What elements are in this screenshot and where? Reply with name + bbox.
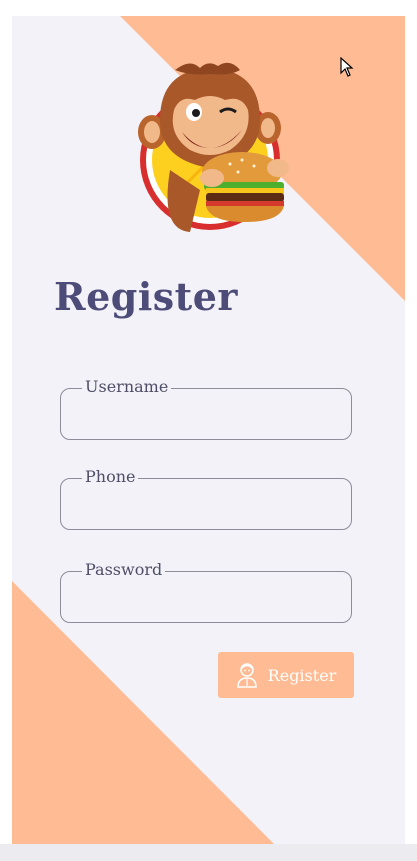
- register-button-label: Register: [267, 665, 337, 685]
- monkey-burger-logo: [138, 62, 289, 232]
- page-title: Register: [54, 274, 238, 319]
- burger-tomato: [206, 201, 284, 206]
- monkey-hand-left: [200, 169, 224, 187]
- register-button[interactable]: Register: [218, 652, 354, 698]
- monkey-hand-right: [267, 159, 289, 177]
- register-screen: Register Username Phone Password Registe…: [12, 16, 405, 844]
- mouse-cursor-icon: [340, 57, 354, 77]
- phone-input[interactable]: [72, 488, 342, 520]
- phone-label: Phone: [82, 467, 139, 487]
- username-label: Username: [82, 377, 172, 397]
- password-field[interactable]: Password: [60, 560, 352, 623]
- username-field[interactable]: Username: [60, 377, 352, 440]
- password-input[interactable]: [72, 581, 342, 613]
- bottom-bar: [0, 844, 417, 861]
- burger-patty: [206, 193, 284, 202]
- username-input[interactable]: [72, 398, 342, 430]
- password-label: Password: [82, 560, 166, 580]
- user-icon: [236, 663, 257, 688]
- phone-field[interactable]: Phone: [60, 467, 352, 530]
- window-edge: [405, 16, 417, 844]
